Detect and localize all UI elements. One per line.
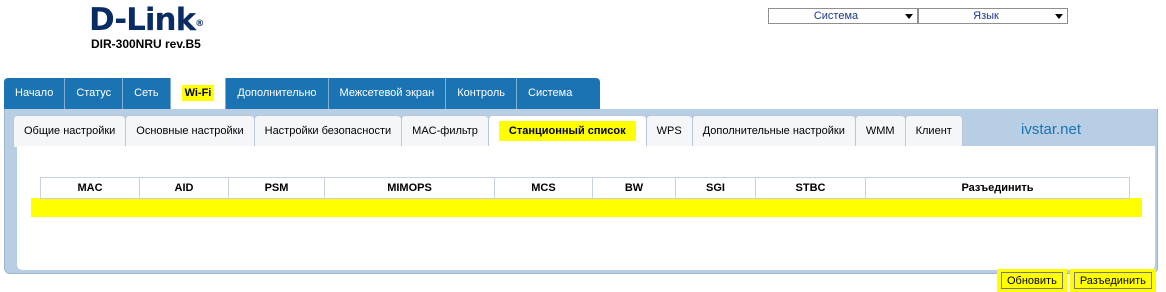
subtab-advanced-settings[interactable]: Дополнительные настройки xyxy=(691,115,855,147)
col-sgi: SGI xyxy=(675,177,756,199)
device-model: DIR-300NRU rev.B5 xyxy=(91,37,201,51)
language-select-value: Язык xyxy=(973,10,999,22)
main-nav: Начало Статус Сеть Wi-Fi Дополнительно М… xyxy=(4,78,600,109)
col-mac: MAC xyxy=(40,177,140,199)
language-select[interactable]: Язык xyxy=(918,8,1068,24)
logo: D-Link® DIR-300NRU rev.B5 xyxy=(89,2,204,51)
chevron-down-icon xyxy=(905,14,913,19)
col-stbc: STBC xyxy=(755,177,866,199)
sub-nav: Общие настройки Основные настройки Настр… xyxy=(13,115,963,147)
highlight-bar xyxy=(31,198,1142,217)
disconnect-button[interactable]: Разъединить xyxy=(1073,272,1152,289)
tab-control[interactable]: Контроль xyxy=(446,78,518,109)
subtab-mac-filter[interactable]: MAC-фильтр xyxy=(401,115,488,147)
tab-network[interactable]: Сеть xyxy=(123,78,171,109)
col-mcs: MCS xyxy=(494,177,593,199)
col-aid: AID xyxy=(139,177,229,199)
tab-system[interactable]: Система xyxy=(517,78,583,109)
chevron-down-icon xyxy=(1055,14,1063,19)
refresh-button-wrap: Обновить xyxy=(997,269,1067,292)
table-header-row: MAC AID PSM MIMOPS MCS BW SGI STBC Разъе… xyxy=(40,177,1130,199)
col-disconnect: Разъединить xyxy=(865,177,1130,199)
disconnect-button-wrap: Разъединить xyxy=(1069,269,1156,292)
col-mimops: MIMOPS xyxy=(324,177,495,199)
tab-status[interactable]: Статус xyxy=(65,78,124,109)
action-buttons: Обновить Разъединить xyxy=(997,269,1156,292)
refresh-button[interactable]: Обновить xyxy=(1001,272,1063,289)
tab-wifi[interactable]: Wi-Fi xyxy=(170,78,227,109)
system-select-value: Система xyxy=(813,10,859,22)
system-select[interactable]: Система xyxy=(768,8,918,24)
subtab-security[interactable]: Настройки безопасности xyxy=(253,115,402,147)
subtab-basic[interactable]: Основные настройки xyxy=(125,115,254,147)
station-list-content: MAC AID PSM MIMOPS MCS BW SGI STBC Разъе… xyxy=(17,146,1156,292)
subtab-station-list[interactable]: Станционный список xyxy=(487,115,646,147)
brand-logo: D-Link® xyxy=(89,2,204,38)
col-psm: PSM xyxy=(228,177,325,199)
subtab-client[interactable]: Клиент xyxy=(904,115,963,147)
subtab-wmm[interactable]: WMM xyxy=(854,115,905,147)
watermark-text: ivstar.net xyxy=(1021,121,1082,138)
col-bw: BW xyxy=(592,177,676,199)
tab-home[interactable]: Начало xyxy=(4,78,66,109)
tab-firewall[interactable]: Межсетевой экран xyxy=(329,78,447,109)
station-table: MAC AID PSM MIMOPS MCS BW SGI STBC Разъе… xyxy=(40,177,1130,199)
subtab-general[interactable]: Общие настройки xyxy=(13,115,126,147)
tab-advanced[interactable]: Дополнительно xyxy=(226,78,329,109)
wifi-panel: Общие настройки Основные настройки Настр… xyxy=(4,109,1158,292)
subtab-wps[interactable]: WPS xyxy=(645,115,692,147)
